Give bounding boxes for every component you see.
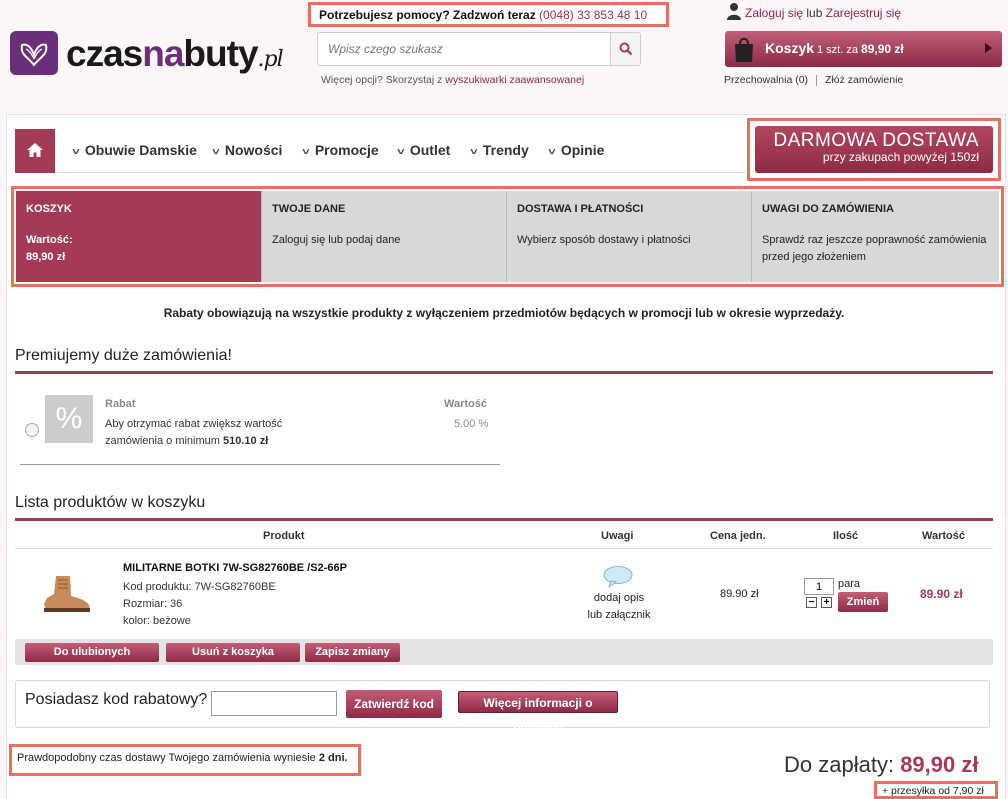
- home-button[interactable]: [15, 129, 55, 173]
- nav-trendy[interactable]: ˅ Trendy: [470, 142, 529, 158]
- free-shipping-banner[interactable]: DARMOWA DOSTAWA przy zakupach powyżej 15…: [747, 118, 1001, 181]
- product-code: Kod produktu: 7W-SG82760BE: [123, 581, 276, 593]
- cart-actions-bar: [15, 639, 993, 665]
- discount-radio[interactable]: [25, 423, 39, 437]
- home-icon: [27, 143, 43, 157]
- add-to-favorites-button[interactable]: Do ulubionych: [25, 643, 159, 662]
- account-links: Zaloguj się lub Zarejestruj się: [745, 6, 902, 20]
- shipping-cost-note[interactable]: + przesyłka od 7,90 zł: [874, 781, 998, 799]
- confirm-coupon-button[interactable]: Zatwierdź kod: [346, 690, 442, 718]
- site-logo[interactable]: czasnabuty.pl: [10, 31, 300, 81]
- product-name[interactable]: MILITARNE BOTKI 7W-SG82760BE /S2-66P: [123, 562, 347, 574]
- add-note-link[interactable]: dodaj opis lub załącznik: [586, 590, 652, 624]
- speech-bubble-icon[interactable]: [603, 566, 633, 588]
- chevron-down-icon: ˅: [548, 147, 556, 158]
- checkout-steps: KOSZYK Wartość: 89,90 zł TWOJE DANE Zalog…: [11, 186, 1004, 287]
- nav-promocje[interactable]: ˅ Promocje: [302, 142, 379, 158]
- rabat-description: Aby otrzymać rabat zwiększ wartość zamów…: [105, 418, 283, 447]
- chevron-down-icon: ˅: [212, 147, 220, 158]
- divider: [15, 548, 993, 549]
- storage-link[interactable]: Przechowalnia (0): [724, 74, 808, 86]
- value-header: Wartość: [444, 398, 487, 410]
- free-shipping-subtitle: przy zakupach powyżej 150zł: [822, 150, 979, 164]
- search-button[interactable]: [610, 33, 640, 65]
- cart-button[interactable]: Koszyk 1 szt. za 89,90 zł: [725, 31, 1002, 67]
- product-color: kolor: beżowe: [123, 615, 191, 627]
- logo-text: czasnabuty.pl: [66, 33, 284, 74]
- chevron-down-icon: ˅: [302, 147, 310, 158]
- change-quantity-button[interactable]: Zmień: [838, 592, 888, 612]
- place-order-link[interactable]: Złóż zamówienie: [825, 74, 903, 86]
- search-box: [317, 32, 641, 66]
- rabat-header: Rabat: [105, 398, 136, 410]
- column-header-unit-price: Cena jedn.: [710, 530, 766, 542]
- total-to-pay: Do zapłaty: 89,90 zł: [784, 752, 979, 777]
- cart-links: Przechowalnia (0) Złóż zamówienie: [724, 74, 903, 86]
- login-link[interactable]: Zaloguj się: [745, 6, 803, 20]
- premium-title: Premiujemy duże zamówienia!: [15, 347, 232, 364]
- step-delivery-payment: DOSTAWA I PŁATNOŚCI Wybierz sposób dosta…: [507, 191, 752, 282]
- user-icon: [727, 3, 741, 20]
- save-changes-button[interactable]: Zapisz zmiany: [305, 643, 400, 662]
- step-your-data: TWOJE DANE Zaloguj się lub podaj dane: [262, 191, 507, 282]
- plus-icon[interactable]: +: [821, 597, 832, 608]
- cart-summary: 1 szt. za 89,90 zł: [817, 42, 904, 56]
- divider: [20, 464, 500, 465]
- quantity-input[interactable]: [804, 578, 834, 595]
- nav-obuwie-damskie[interactable]: ˅ Obuwie Damskie: [72, 142, 197, 158]
- section-divider: [15, 518, 993, 521]
- product-size: Rozmiar: 36: [123, 598, 183, 610]
- chevron-down-icon: ˅: [397, 147, 405, 158]
- phone-number[interactable]: (0048) 33 853 48 10: [539, 8, 647, 22]
- more-discount-info-button[interactable]: Więcej informacji o rabatach: [458, 691, 618, 732]
- remove-from-cart-button[interactable]: Usuń z koszyka: [166, 643, 300, 662]
- register-link[interactable]: Zarejestruj się: [826, 6, 901, 20]
- column-header-value: Wartość: [922, 530, 965, 542]
- search-icon: [619, 42, 633, 56]
- column-header-notes: Uwagi: [601, 530, 634, 542]
- discount-value: 5.00 %: [454, 418, 489, 430]
- delivery-estimate: Prawdopodobny czas dostawy Twojego zamów…: [9, 744, 361, 776]
- step-cart: KOSZYK Wartość: 89,90 zł: [16, 191, 262, 282]
- free-shipping-title: DARMOWA DOSTAWA: [773, 130, 979, 151]
- line-total: 89.90 zł: [920, 587, 963, 601]
- step-order-notes: UWAGI DO ZAMÓWIENIA Sprawdź raz jeszcze …: [752, 191, 999, 282]
- cart-list-title: Lista produktów w koszyku: [15, 494, 206, 511]
- advanced-search-hint: Więcej opcji? Skorzystaj z wyszukiwarki …: [321, 74, 585, 86]
- quantity-unit: para: [838, 578, 861, 590]
- product-image[interactable]: [38, 574, 92, 614]
- logo-butterfly-icon: [10, 31, 58, 75]
- cart-label: Koszyk: [765, 40, 815, 56]
- chevron-down-icon: ˅: [72, 147, 80, 158]
- main-nav: ˅ Obuwie Damskie ˅ Nowości ˅ Promocje ˅ Outl…: [15, 129, 746, 173]
- coupon-label: Posiadasz kod rabatowy?: [25, 691, 208, 708]
- chevron-down-icon: ˅: [470, 147, 478, 158]
- unit-price: 89.90 zł: [720, 588, 759, 600]
- column-header-product: Produkt: [263, 530, 305, 542]
- nav-opinie[interactable]: ˅ Opinie: [548, 142, 604, 158]
- coupon-input[interactable]: [211, 691, 337, 716]
- help-phone-banner: Potrzebujesz pomocy? Zadzwoń teraz (0048…: [308, 2, 669, 27]
- section-divider: [15, 371, 993, 374]
- advanced-search-link[interactable]: wyszukiwarki zaawansowanej: [445, 74, 584, 86]
- minus-icon[interactable]: −: [806, 597, 817, 608]
- cart-arrow-icon: [985, 43, 992, 53]
- search-input[interactable]: [318, 33, 610, 65]
- shopping-bag-icon: [735, 37, 753, 62]
- nav-outlet[interactable]: ˅ Outlet: [397, 142, 450, 158]
- column-header-qty: Ilość: [833, 530, 859, 542]
- percent-icon: %: [45, 395, 93, 443]
- nav-nowosci[interactable]: ˅ Nowości: [212, 142, 282, 158]
- discount-note: Rabaty obowiązują na wszystkie produkty …: [163, 306, 845, 320]
